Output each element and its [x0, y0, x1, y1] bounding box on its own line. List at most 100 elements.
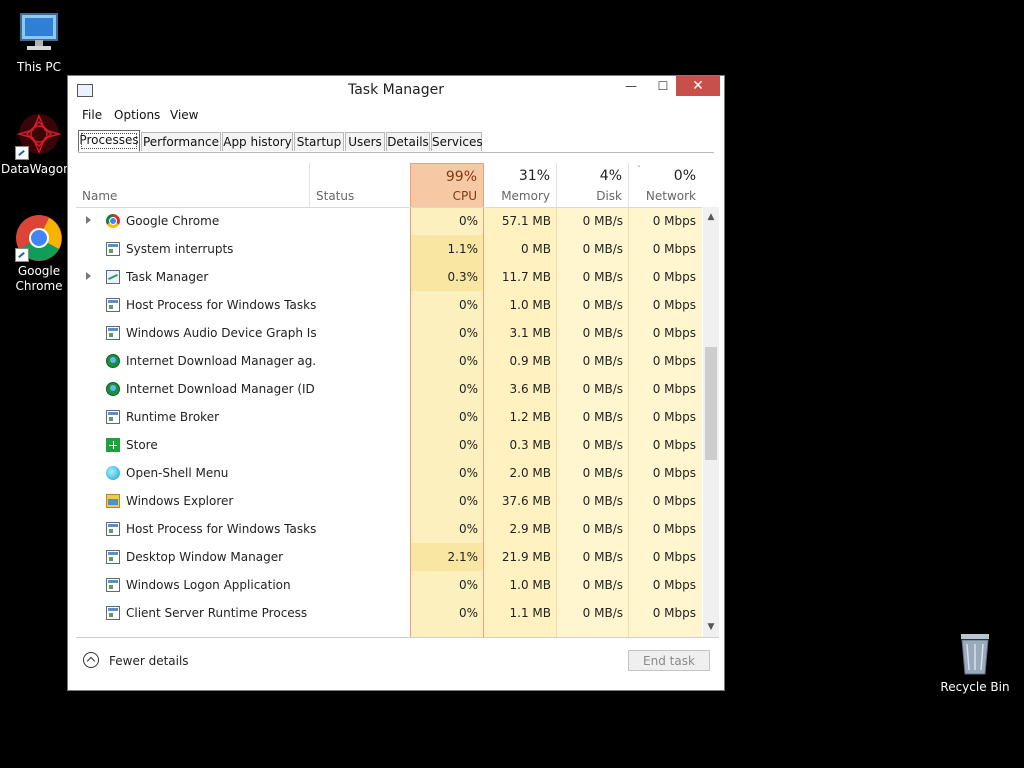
end-task-button[interactable]: End task — [628, 650, 710, 671]
tab-users[interactable]: Users — [345, 132, 385, 151]
window-icon — [106, 522, 120, 536]
chrome-icon — [15, 214, 63, 262]
task-manager-window: Task Manager — ☐ ✕ File Options View Pro… — [67, 75, 725, 691]
maximize-button[interactable]: ☐ — [648, 76, 678, 96]
memory-total-percent: 31% — [518, 168, 550, 184]
process-name: Desktop Window Manager — [126, 550, 284, 564]
cpu-cell: 0% — [458, 410, 478, 424]
scrollbar-thumb[interactable] — [705, 347, 717, 460]
cpu-cell: 0% — [458, 494, 478, 508]
disk-cell: 0 MB/s — [582, 494, 623, 508]
table-row[interactable]: Host Process for Windows Tasks 0% 1.0 MB 0 … — [76, 291, 702, 319]
window-icon — [106, 550, 120, 564]
table-row[interactable]: Windows Logon Application 0% 1.0 MB 0 MB/s 0… — [76, 571, 702, 599]
column-network[interactable]: ˇ 0% Network — [629, 163, 702, 207]
process-name: Windows Logon Application — [126, 578, 291, 592]
task-manager-icon — [106, 270, 120, 284]
tab-startup[interactable]: Startup — [294, 132, 344, 151]
explorer-icon — [106, 494, 120, 508]
desktop-icon-this-pc[interactable]: This PC — [1, 10, 77, 75]
tab-details[interactable]: Details — [386, 132, 430, 151]
disk-cell: 0 MB/s — [582, 550, 623, 564]
column-name[interactable]: Name — [76, 163, 310, 207]
process-name: Internet Download Manager ag... — [126, 354, 316, 368]
expand-arrow-icon[interactable] — [86, 272, 91, 280]
memory-cell: 11.7 MB — [501, 270, 551, 284]
disk-cell: 0 MB/s — [582, 466, 623, 480]
menu-options[interactable]: Options — [114, 108, 160, 122]
tab-bar: Processes Performance App history Startu… — [78, 130, 714, 153]
network-cell: 0 Mbps — [652, 606, 696, 620]
chevron-up-circle-icon[interactable] — [83, 652, 99, 668]
table-row[interactable]: Task Manager 0.3% 11.7 MB 0 MB/s 0 Mbps — [76, 263, 702, 291]
tab-app-history[interactable]: App history — [222, 132, 293, 151]
cpu-cell: 0% — [458, 438, 478, 452]
network-cell: 0 Mbps — [652, 410, 696, 424]
window-icon — [106, 298, 120, 312]
desktop-icon-label: DataWagon... — [1, 162, 83, 176]
scroll-down-icon[interactable]: ▼ — [703, 619, 719, 635]
column-network-label: Network — [645, 189, 696, 203]
process-name: Host Process for Windows Tasks — [126, 298, 316, 312]
column-status[interactable]: Status — [310, 163, 410, 207]
process-name: Store — [126, 438, 158, 452]
table-row[interactable]: Internet Download Manager (ID... 0% 3.6 MB… — [76, 375, 702, 403]
disk-cell: 0 MB/s — [582, 298, 623, 312]
table-row[interactable]: Client Server Runtime Process 0% 1.1 MB 0 M… — [76, 599, 702, 627]
window-icon — [106, 242, 120, 256]
column-cpu-label: CPU — [452, 189, 477, 203]
desktop-icon-label: Recycle Bin — [940, 680, 1010, 694]
column-disk[interactable]: 4% Disk — [557, 163, 629, 207]
menu-bar: File Options View — [68, 105, 724, 125]
column-disk-label: Disk — [596, 189, 622, 203]
tab-services[interactable]: Services — [431, 132, 483, 151]
expand-arrow-icon[interactable] — [86, 216, 91, 224]
scroll-up-icon[interactable]: ▲ — [703, 209, 719, 225]
fewer-details-link[interactable]: Fewer details — [109, 654, 189, 668]
table-row[interactable]: Store 0% 0.3 MB 0 MB/s 0 Mbps — [76, 431, 702, 459]
network-total-percent: 0% — [673, 168, 696, 184]
cpu-cell: 2.1% — [447, 550, 479, 564]
column-memory[interactable]: 31% Memory — [484, 163, 557, 207]
disk-cell: 0 MB/s — [582, 410, 623, 424]
disk-cell: 0 MB/s — [582, 326, 623, 340]
process-name: Internet Download Manager (ID... — [126, 382, 316, 396]
table-row[interactable]: System interrupts 1.1% 0 MB 0 MB/s 0 Mbps — [76, 235, 702, 263]
memory-cell: 1.0 MB — [509, 298, 551, 312]
disk-cell: 0 MB/s — [582, 578, 623, 592]
close-button[interactable]: ✕ — [676, 76, 720, 96]
disk-total-percent: 4% — [599, 168, 622, 184]
process-name: Host Process for Windows Tasks — [126, 522, 316, 536]
cpu-cell: 0% — [458, 522, 478, 536]
table-row[interactable]: Windows Explorer 0% 37.6 MB 0 MB/s 0 Mbps — [76, 487, 702, 515]
table-header: Name Status 99% CPU 31% Memory 4% Disk ˇ… — [76, 163, 702, 208]
title-bar[interactable]: Task Manager — ☐ ✕ — [68, 76, 724, 104]
table-row[interactable]: Desktop Window Manager 2.1% 21.9 MB 0 MB/s 0… — [76, 543, 702, 571]
table-row[interactable]: Runtime Broker 0% 1.2 MB 0 MB/s 0 Mbps — [76, 403, 702, 431]
desktop-icon-google-chrome[interactable]: Google Chrome — [1, 214, 77, 294]
process-name: Windows Explorer — [126, 494, 234, 508]
process-name: Open-Shell Menu — [126, 466, 229, 480]
recycle-bin-icon — [951, 630, 999, 678]
cpu-cell: 0% — [458, 298, 478, 312]
memory-cell: 0.3 MB — [509, 438, 551, 452]
desktop-icon-recycle-bin[interactable]: Recycle Bin — [937, 630, 1013, 695]
table-row[interactable]: Host Process for Windows Tasks 0% 2.9 MB 0 … — [76, 515, 702, 543]
menu-view[interactable]: View — [170, 108, 198, 122]
table-row[interactable]: Windows Audio Device Graph Is... 0% 3.1 MB… — [76, 319, 702, 347]
vertical-scrollbar[interactable]: ▲ ▼ — [703, 207, 719, 637]
cpu-cell: 0% — [458, 382, 478, 396]
menu-file[interactable]: File — [82, 108, 102, 122]
tab-performance[interactable]: Performance — [141, 132, 221, 151]
table-row[interactable]: Internet Download Manager ag... 0% 0.9 MB 0… — [76, 347, 702, 375]
tab-processes[interactable]: Processes — [78, 130, 140, 152]
column-cpu[interactable]: 99% CPU — [410, 163, 484, 207]
cpu-cell: 0% — [458, 214, 478, 228]
cpu-cell: 0.3% — [447, 270, 479, 284]
table-row[interactable]: Open-Shell Menu 0% 2.0 MB 0 MB/s 0 Mbps — [76, 459, 702, 487]
memory-cell: 2.9 MB — [509, 522, 551, 536]
desktop-icon-datawagon[interactable]: DataWagon... — [1, 112, 83, 177]
process-name: Task Manager — [126, 270, 209, 284]
table-row[interactable]: Google Chrome 0% 57.1 MB 0 MB/s 0 Mbps — [76, 207, 702, 235]
minimize-button[interactable]: — — [616, 76, 646, 96]
